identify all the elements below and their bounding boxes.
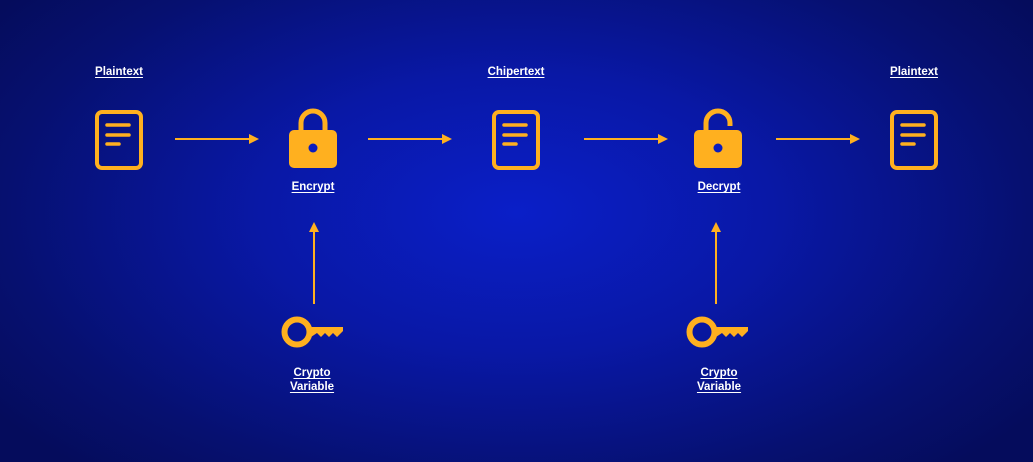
lock-closed-icon bbox=[289, 108, 337, 168]
encryption-diagram: Plaintext Chipertext Plaintext Encrypt D… bbox=[0, 0, 1033, 462]
arrow-right-icon bbox=[175, 134, 259, 144]
arrow-up-icon bbox=[711, 222, 721, 304]
plaintext-label-right: Plaintext bbox=[890, 66, 938, 78]
ciphertext-label: Chipertext bbox=[487, 66, 545, 78]
document-icon-left bbox=[95, 110, 143, 170]
encrypt-label: Encrypt bbox=[291, 181, 335, 193]
plaintext-label-left: Plaintext bbox=[95, 66, 143, 78]
arrow-up-icon bbox=[309, 222, 319, 304]
lock-open-icon bbox=[694, 108, 742, 168]
decrypt-label: Decrypt bbox=[697, 181, 741, 193]
arrow-right-icon bbox=[368, 134, 452, 144]
document-icon-right bbox=[890, 110, 938, 170]
crypto-variable-label-left: Crypto Variable bbox=[289, 367, 335, 393]
arrow-right-icon bbox=[776, 134, 860, 144]
arrow-right-icon bbox=[584, 134, 668, 144]
key-icon-right bbox=[686, 316, 748, 348]
document-icon-middle bbox=[492, 110, 540, 170]
crypto-variable-label-right: Crypto Variable bbox=[696, 367, 742, 393]
key-icon-left bbox=[281, 316, 343, 348]
